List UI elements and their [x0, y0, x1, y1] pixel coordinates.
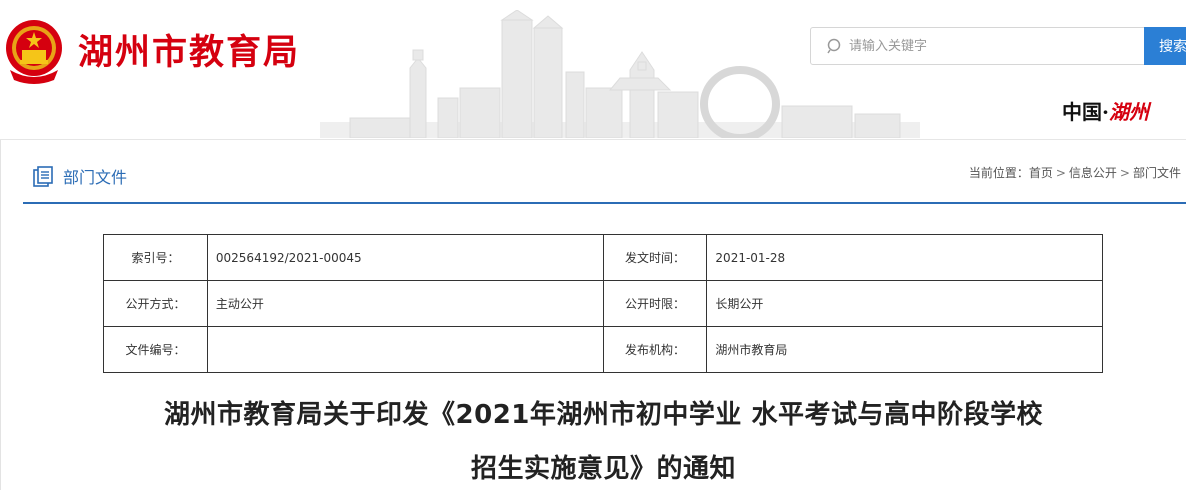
- logo-text-huzhou: 湖州: [1108, 100, 1149, 124]
- meta-label-index: 索引号：: [103, 234, 208, 281]
- meta-value-doc-number: [206, 326, 604, 373]
- section-bar: 部门文件 当前位置：首页 > 信息公开 > 部门文件: [23, 156, 1186, 204]
- article-title-line-2: 招生实施意见》的通知: [470, 454, 736, 484]
- meta-value-disclosure-period: 长期公开: [706, 280, 1103, 327]
- breadcrumb-info-disclosure[interactable]: 信息公开: [1069, 166, 1117, 180]
- section-title: 部门文件: [63, 168, 128, 187]
- china-huzhou-logo: 中国·湖州: [1062, 96, 1149, 125]
- article-title: 湖州市教育局关于印发《2021年湖州市初中学业 水平考试与高中阶段学校 招生实施…: [101, 388, 1106, 490]
- breadcrumb-home[interactable]: 首页: [1029, 166, 1053, 180]
- meta-label-doc-number: 文件编号：: [103, 326, 208, 373]
- meta-label-disclosure-mode: 公开方式：: [103, 280, 208, 327]
- breadcrumb-dept-docs[interactable]: 部门文件: [1133, 166, 1181, 180]
- breadcrumb-prefix: 当前位置：: [968, 166, 1029, 180]
- national-emblem-icon: [6, 20, 62, 84]
- meta-value-publisher: 湖州市教育局: [706, 326, 1103, 373]
- meta-label-publisher: 发布机构：: [602, 326, 708, 373]
- search-icon: [827, 38, 841, 54]
- breadcrumb-separator: >: [1055, 166, 1066, 180]
- search-box: [810, 27, 1145, 65]
- logo-text-china: 中国·: [1062, 100, 1109, 124]
- table-row: 公开方式： 主动公开 公开时限： 长期公开: [103, 280, 1103, 327]
- table-row: 索引号： 002564192/2021-00045 发文时间： 2021-01-…: [103, 234, 1103, 281]
- site-title[interactable]: 湖州市教育局: [78, 24, 300, 75]
- meta-label-issue-date: 发文时间：: [602, 234, 708, 281]
- document-meta-table: 索引号： 002564192/2021-00045 发文时间： 2021-01-…: [103, 234, 1103, 373]
- search-input[interactable]: [849, 28, 1139, 64]
- article-title-line-1: 湖州市教育局关于印发《2021年湖州市初中学业 水平考试与高中阶段学校: [164, 400, 1043, 430]
- document-icon: [33, 166, 53, 187]
- content-frame: 部门文件 当前位置：首页 > 信息公开 > 部门文件 索引号： 002564192/20…: [0, 140, 1186, 490]
- meta-value-disclosure-mode: 主动公开: [206, 280, 604, 327]
- meta-value-index: 002564192/2021-00045: [206, 234, 604, 281]
- breadcrumb: 当前位置：首页 > 信息公开 > 部门文件: [969, 164, 1181, 181]
- meta-label-disclosure-period: 公开时限：: [602, 280, 708, 327]
- table-row: 文件编号： 发布机构： 湖州市教育局: [103, 326, 1103, 373]
- search-button[interactable]: 搜索: [1144, 27, 1186, 65]
- breadcrumb-separator: >: [1119, 166, 1130, 180]
- meta-value-issue-date: 2021-01-28: [706, 234, 1103, 281]
- site-header: 湖州市教育局 搜索 中国·湖州: [0, 0, 1186, 140]
